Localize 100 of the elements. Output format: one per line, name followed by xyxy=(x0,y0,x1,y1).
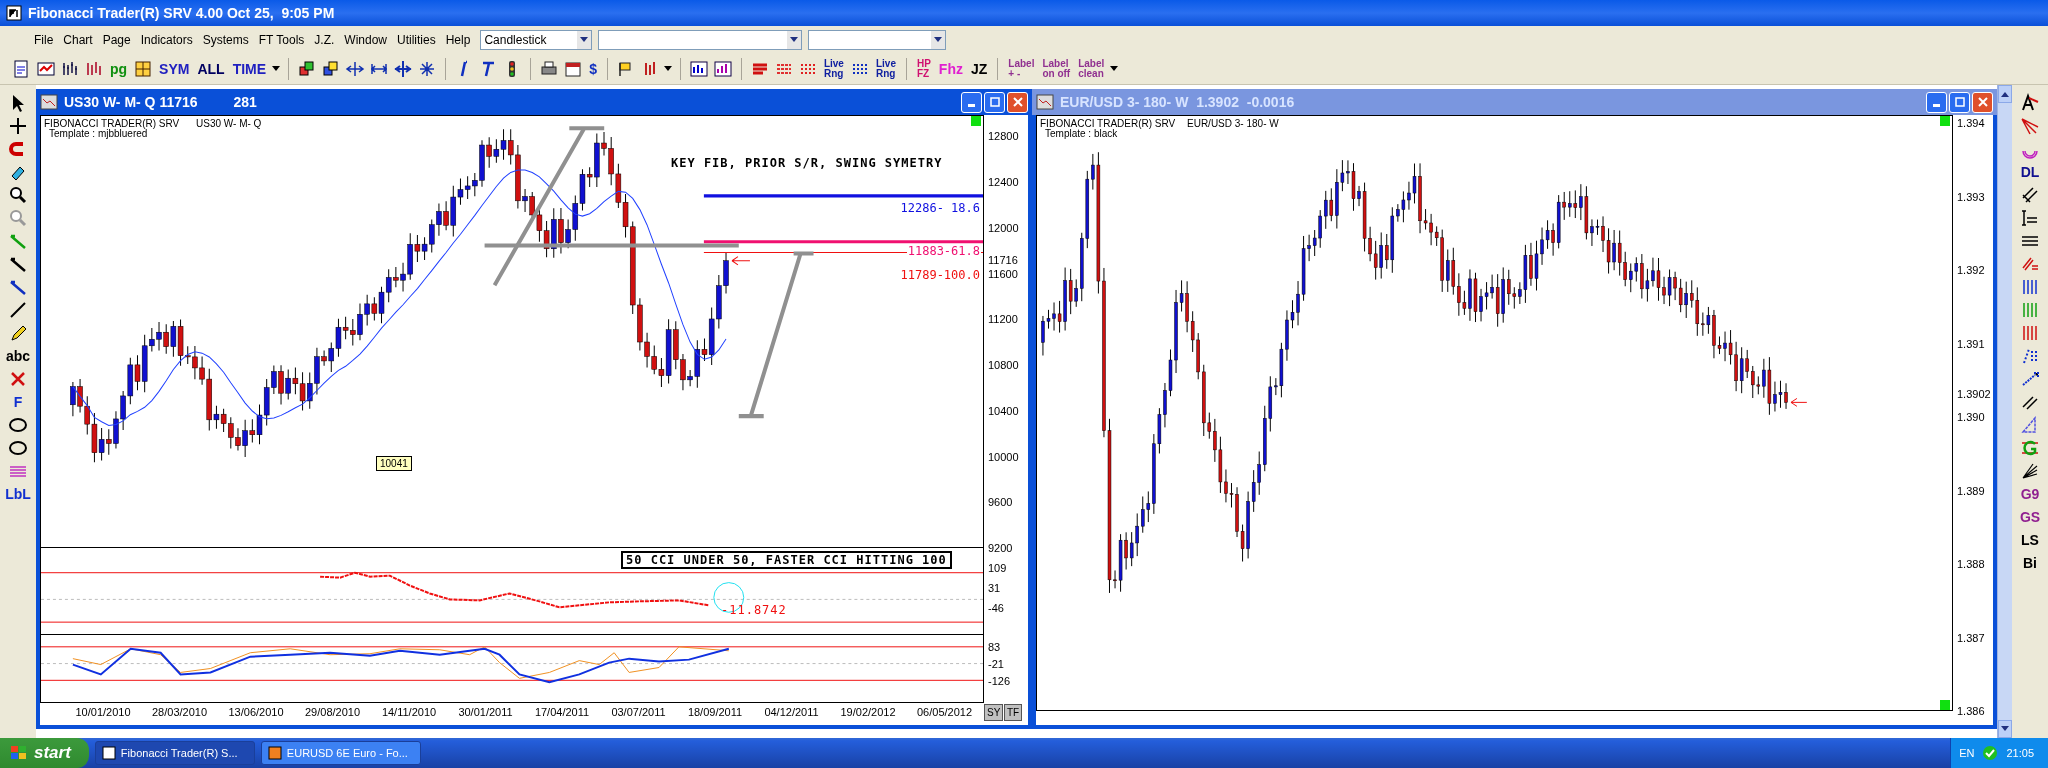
chart-type-dropdown[interactable]: Candlestick xyxy=(480,30,593,50)
minimize-button[interactable] xyxy=(961,91,982,113)
menu-item[interactable]: File xyxy=(30,31,58,49)
chart-header: FIBONACCI TRADER(R) SRV xyxy=(1040,119,1176,129)
menu-item[interactable]: Page xyxy=(98,31,135,49)
toolbar-button[interactable]: Live Rng xyxy=(873,57,898,81)
close-button[interactable] xyxy=(1007,91,1028,113)
axis-tick-label: 1.394 xyxy=(1957,117,1985,130)
toolbar-button[interactable]: DL xyxy=(2018,162,2042,182)
toolbar-button[interactable]: Label on off xyxy=(1040,57,1073,81)
shield-icon[interactable] xyxy=(1982,745,1999,761)
diagonal-line-icon[interactable] xyxy=(8,300,28,320)
channel-lines-icon[interactable] xyxy=(2020,208,2040,228)
chart-annotation: 50 CCI UNDER 50, FASTER CCI HITTING 100 xyxy=(621,551,952,569)
bar-count: 281 xyxy=(233,94,257,110)
scale-toggle-button[interactable]: SY xyxy=(984,704,1004,721)
toolbar-button[interactable]: Bi xyxy=(2021,553,2039,573)
taskbar-button[interactable]: EURUSD 6E Euro - Fo... xyxy=(260,741,421,765)
open-chart-icon[interactable] xyxy=(36,59,56,79)
letter-line-icon[interactable] xyxy=(2020,93,2040,113)
axis-tick-label: -46 xyxy=(988,602,1004,614)
toolbar-button[interactable]: TIME xyxy=(230,59,269,79)
menu-item[interactable]: Utilities xyxy=(393,31,440,49)
pencil-icon[interactable] xyxy=(8,323,28,343)
date-axis-label: 10/01/2010 xyxy=(75,706,131,718)
toolbar-button[interactable]: LbL xyxy=(3,484,33,504)
toolbar-button[interactable]: JZ xyxy=(968,59,990,79)
start-button[interactable]: start xyxy=(0,738,89,768)
calendar-icon[interactable] xyxy=(563,59,584,79)
ellipse-icon[interactable] xyxy=(8,438,28,458)
caret-icon[interactable] xyxy=(2001,726,2009,732)
toolbar-button[interactable]: F xyxy=(11,392,25,412)
axis-tick-label: 12800 xyxy=(988,130,1019,143)
caret-icon[interactable] xyxy=(663,66,672,72)
cross-arrows-icon[interactable] xyxy=(393,59,414,79)
maximize-button[interactable] xyxy=(1949,91,1970,113)
toolbar-button[interactable]: GS xyxy=(2017,507,2043,527)
fan-lines-icon[interactable] xyxy=(2020,461,2040,481)
axis-tick-label: 1.391 xyxy=(1957,337,1985,350)
toolbar-button[interactable]: HP FZ xyxy=(914,57,933,81)
chart-window-icon[interactable] xyxy=(1036,94,1054,110)
scale-marker xyxy=(971,116,981,126)
toolbar-button[interactable]: ALL xyxy=(195,59,227,79)
close-button[interactable] xyxy=(1972,91,1993,113)
fib-level-label: 11883-61.8 xyxy=(906,243,981,258)
menu-item[interactable]: Systems xyxy=(198,31,253,49)
caret-icon[interactable] xyxy=(580,37,589,43)
toolbar-button[interactable]: LS xyxy=(2019,530,2041,550)
clock: 21:05 xyxy=(2006,747,2034,759)
menu-item[interactable]: Help xyxy=(441,31,475,49)
date-axis-label: 03/07/2011 xyxy=(611,706,666,718)
windows-logo-icon xyxy=(10,745,28,761)
axis-tick-label: 11600 xyxy=(988,267,1018,280)
caret-icon[interactable] xyxy=(2001,91,2009,97)
dotted-steps-icon[interactable] xyxy=(2020,369,2040,389)
close-icon xyxy=(1012,97,1023,107)
toolbar-button[interactable]: abc xyxy=(3,346,33,366)
vertical-lines-icon[interactable] xyxy=(2020,323,2040,343)
parallel-lines-icon[interactable] xyxy=(2020,185,2040,205)
crosshair-icon[interactable] xyxy=(8,116,28,136)
vertical-lines-icon[interactable] xyxy=(2020,277,2040,297)
maximize-icon xyxy=(1954,97,1965,107)
toolbar-button[interactable]: $ xyxy=(587,59,599,79)
chart-window-icon[interactable] xyxy=(688,59,709,79)
menu-item[interactable]: FT Tools xyxy=(254,31,309,49)
grid-icon[interactable] xyxy=(133,59,154,79)
date-axis-label: 13/06/2010 xyxy=(228,706,284,718)
scale-toggle-button[interactable]: TF xyxy=(1004,704,1023,721)
menu-item[interactable]: Indicators xyxy=(136,31,197,49)
minimize-button[interactable] xyxy=(1926,91,1947,113)
chart-window-icon[interactable] xyxy=(40,94,58,110)
axis-tick-label: 10000 xyxy=(988,450,1019,463)
toolbar-button[interactable]: G9 xyxy=(2018,484,2042,504)
zoom-icon[interactable] xyxy=(8,185,28,205)
chart-window-icon[interactable] xyxy=(712,59,733,79)
date-axis-label: 14/11/2010 xyxy=(381,706,437,718)
menu-item[interactable]: Window xyxy=(340,31,392,49)
taskbar-button[interactable]: Fibonacci Trader(R) S... xyxy=(94,741,255,765)
maximize-button[interactable] xyxy=(984,91,1005,113)
dropdown-field[interactable] xyxy=(808,30,947,50)
menu-item[interactable]: Chart xyxy=(59,31,97,49)
dropdown-field[interactable] xyxy=(598,30,803,50)
toolbar-button[interactable]: Live Rng xyxy=(821,57,846,81)
g-lines-icon[interactable] xyxy=(2020,438,2040,458)
date-axis-label: 18/09/2011 xyxy=(687,706,743,718)
axis-tick-label: -21 xyxy=(988,658,1004,670)
price-marker-label: 10041 xyxy=(376,456,412,471)
toolbar-button[interactable]: SYM xyxy=(157,59,192,79)
toolbar-button[interactable]: Label clean xyxy=(1076,57,1107,81)
caret-icon[interactable] xyxy=(1110,66,1119,72)
minimize-icon xyxy=(968,104,975,107)
cross-arrows-icon[interactable] xyxy=(345,59,366,79)
caret-icon[interactable] xyxy=(934,37,943,43)
ellipse-icon[interactable] xyxy=(8,415,28,435)
language-indicator[interactable]: EN xyxy=(1959,747,1975,759)
scrollbar[interactable] xyxy=(1997,85,2012,738)
caret-icon[interactable] xyxy=(272,66,281,72)
caret-icon[interactable] xyxy=(790,37,799,43)
menu-item[interactable]: J.Z. xyxy=(310,31,339,49)
toolbar-button[interactable]: Label + - xyxy=(1006,57,1037,81)
